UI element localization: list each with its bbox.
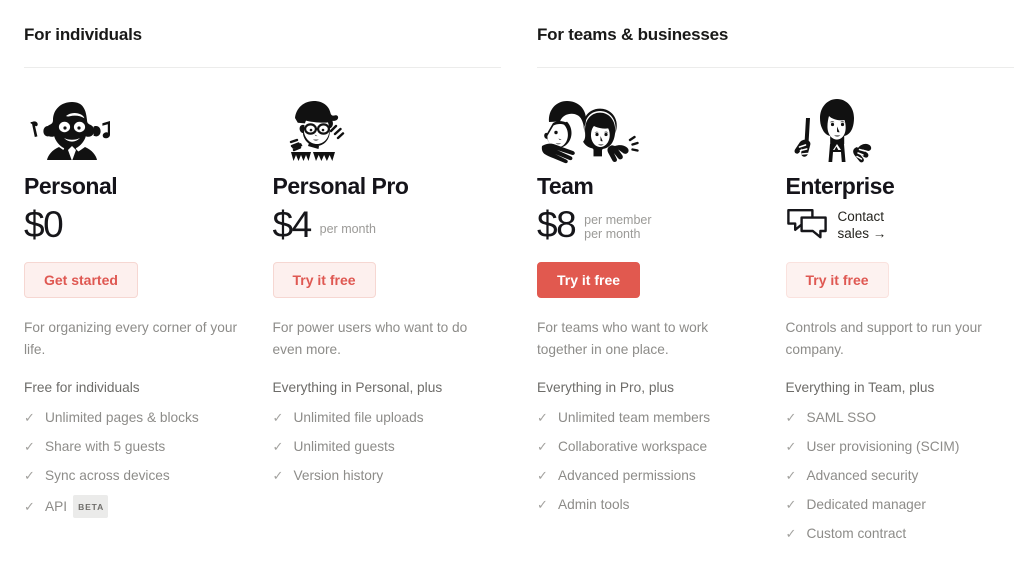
feature-item: ✓ Dedicated manager bbox=[786, 495, 1015, 515]
feature-item: ✓ Sync across devices bbox=[24, 466, 253, 486]
person-with-glasses-illustration bbox=[273, 92, 502, 164]
check-icon: ✓ bbox=[24, 497, 38, 517]
feature-list: ✓ Unlimited file uploads ✓ Unlimited gue… bbox=[273, 408, 502, 486]
plan-price-note: per month bbox=[320, 214, 376, 236]
feature-item: ✓ Advanced security bbox=[786, 466, 1015, 486]
plan-price-row: $4 per month bbox=[273, 204, 502, 246]
check-icon: ✓ bbox=[537, 495, 551, 515]
check-icon: ✓ bbox=[273, 466, 287, 486]
feature-item: ✓ Share with 5 guests bbox=[24, 437, 253, 457]
try-it-free-button[interactable]: Try it free bbox=[786, 262, 889, 298]
plan-description: Controls and support to run your company… bbox=[786, 317, 1001, 361]
plan-list-individuals: Personal $0 Get started For organizing e… bbox=[14, 68, 511, 527]
feature-item: ✓ Unlimited file uploads bbox=[273, 408, 502, 428]
pricing-group-individuals: For individuals bbox=[14, 24, 511, 553]
check-icon: ✓ bbox=[786, 437, 800, 457]
contact-sales-link[interactable]: Contact sales → bbox=[786, 204, 1015, 246]
feature-label: API bbox=[45, 497, 67, 517]
check-icon: ✓ bbox=[24, 437, 38, 457]
feature-label: Share with 5 guests bbox=[45, 437, 165, 457]
feature-label: Unlimited pages & blocks bbox=[45, 408, 199, 428]
feature-list-heading: Everything in Personal, plus bbox=[273, 378, 502, 398]
feature-label: Unlimited file uploads bbox=[294, 408, 424, 428]
check-icon: ✓ bbox=[537, 408, 551, 428]
feature-item: ✓ Unlimited pages & blocks bbox=[24, 408, 253, 428]
plan-name: Enterprise bbox=[786, 172, 1015, 200]
check-icon: ✓ bbox=[786, 466, 800, 486]
feature-item: ✓ User provisioning (SCIM) bbox=[786, 437, 1015, 457]
plan-price: $0 bbox=[24, 205, 62, 245]
feature-label: Dedicated manager bbox=[807, 495, 926, 515]
feature-label: User provisioning (SCIM) bbox=[807, 437, 960, 457]
feature-item: ✓ Custom contract bbox=[786, 524, 1015, 544]
two-people-illustration bbox=[537, 92, 766, 164]
feature-item: ✓ Advanced permissions bbox=[537, 466, 766, 486]
pricing-page: For individuals bbox=[0, 0, 1024, 571]
person-pointing-illustration bbox=[786, 92, 1015, 164]
feature-label: Unlimited team members bbox=[558, 408, 710, 428]
feature-list-heading: Free for individuals bbox=[24, 378, 253, 398]
check-icon: ✓ bbox=[786, 408, 800, 428]
beta-badge: BETA bbox=[73, 495, 108, 518]
feature-list-heading: Everything in Pro, plus bbox=[537, 378, 766, 398]
feature-item: ✓ Unlimited team members bbox=[537, 408, 766, 428]
feature-label: Unlimited guests bbox=[294, 437, 395, 457]
feature-list: ✓ Unlimited pages & blocks ✓ Share with … bbox=[24, 408, 253, 518]
try-it-free-button[interactable]: Try it free bbox=[537, 262, 640, 298]
get-started-button[interactable]: Get started bbox=[24, 262, 138, 298]
feature-label: SAML SSO bbox=[807, 408, 876, 428]
check-icon: ✓ bbox=[24, 466, 38, 486]
plan-name: Team bbox=[537, 172, 766, 200]
check-icon: ✓ bbox=[537, 437, 551, 457]
plan-card-team: Team $8 per member per month Try it free… bbox=[527, 92, 776, 553]
feature-list: ✓ SAML SSO ✓ User provisioning (SCIM) ✓ … bbox=[786, 408, 1015, 544]
plan-price: $8 bbox=[537, 205, 575, 245]
pricing-group-teams: For teams & businesses bbox=[527, 24, 1024, 553]
group-header-teams: For teams & businesses bbox=[527, 24, 1024, 46]
check-icon: ✓ bbox=[786, 495, 800, 515]
plan-price-row: $8 per member per month bbox=[537, 204, 766, 246]
group-header-individuals: For individuals bbox=[14, 24, 511, 46]
plan-name: Personal Pro bbox=[273, 172, 502, 200]
feature-item: ✓ Admin tools bbox=[537, 495, 766, 515]
check-icon: ✓ bbox=[273, 408, 287, 428]
person-with-headphones-illustration bbox=[24, 92, 253, 164]
check-icon: ✓ bbox=[273, 437, 287, 457]
plan-price-note: per member per month bbox=[584, 209, 651, 241]
plan-list-teams: Team $8 per member per month Try it free… bbox=[527, 68, 1024, 553]
try-it-free-button[interactable]: Try it free bbox=[273, 262, 376, 298]
contact-sales-label: Contact sales → bbox=[838, 208, 887, 242]
feature-item: ✓ API BETA bbox=[24, 495, 253, 518]
feature-item: ✓ Version history bbox=[273, 466, 502, 486]
plan-card-personal-pro: Personal Pro $4 per month Try it free Fo… bbox=[263, 92, 512, 527]
feature-list: ✓ Unlimited team members ✓ Collaborative… bbox=[537, 408, 766, 515]
plan-description: For organizing every corner of your life… bbox=[24, 317, 239, 361]
feature-label: Admin tools bbox=[558, 495, 630, 515]
plan-price: $4 bbox=[273, 205, 311, 245]
feature-item: ✓ Collaborative workspace bbox=[537, 437, 766, 457]
feature-label: Collaborative workspace bbox=[558, 437, 707, 457]
feature-label: Advanced permissions bbox=[558, 466, 696, 486]
feature-label: Advanced security bbox=[807, 466, 919, 486]
feature-item: ✓ Unlimited guests bbox=[273, 437, 502, 457]
pricing-groups: For individuals bbox=[0, 0, 1024, 553]
feature-label: Version history bbox=[294, 466, 384, 486]
feature-label: Custom contract bbox=[807, 524, 907, 544]
plan-description: For power users who want to do even more… bbox=[273, 317, 488, 361]
plan-price-row: $0 bbox=[24, 204, 253, 246]
feature-list-heading: Everything in Team, plus bbox=[786, 378, 1015, 398]
check-icon: ✓ bbox=[24, 408, 38, 428]
plan-description: For teams who want to work together in o… bbox=[537, 317, 752, 361]
plan-card-personal: Personal $0 Get started For organizing e… bbox=[14, 92, 263, 527]
plan-card-enterprise: Enterprise Contact sales → T bbox=[776, 92, 1024, 553]
check-icon: ✓ bbox=[537, 466, 551, 486]
feature-item: ✓ SAML SSO bbox=[786, 408, 1015, 428]
check-icon: ✓ bbox=[786, 524, 800, 544]
speech-bubbles-icon bbox=[786, 207, 828, 244]
plan-name: Personal bbox=[24, 172, 253, 200]
feature-label: Sync across devices bbox=[45, 466, 170, 486]
